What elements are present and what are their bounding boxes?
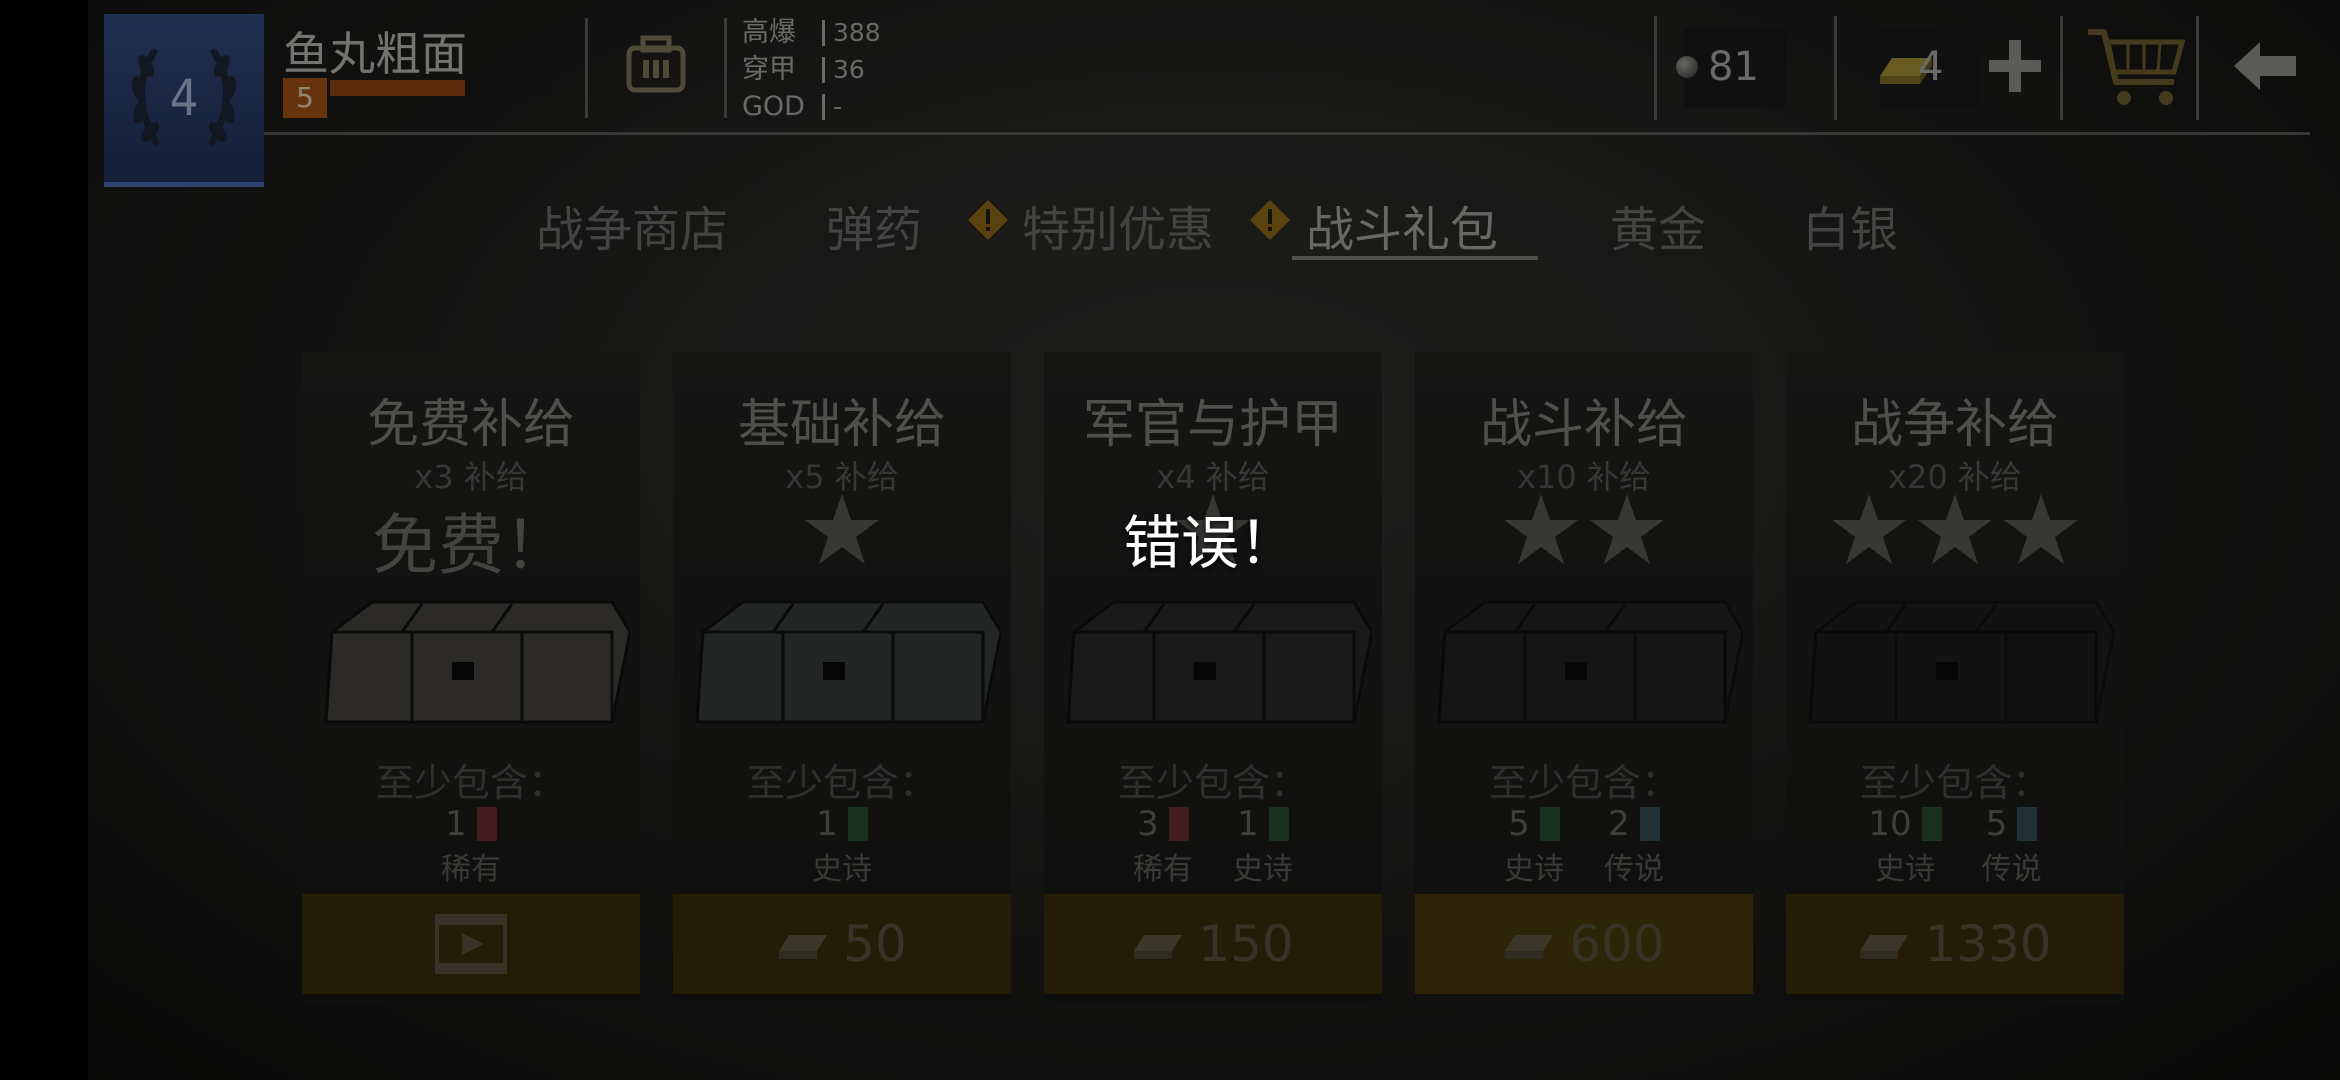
error-message: 错误！: [1122, 509, 1297, 577]
